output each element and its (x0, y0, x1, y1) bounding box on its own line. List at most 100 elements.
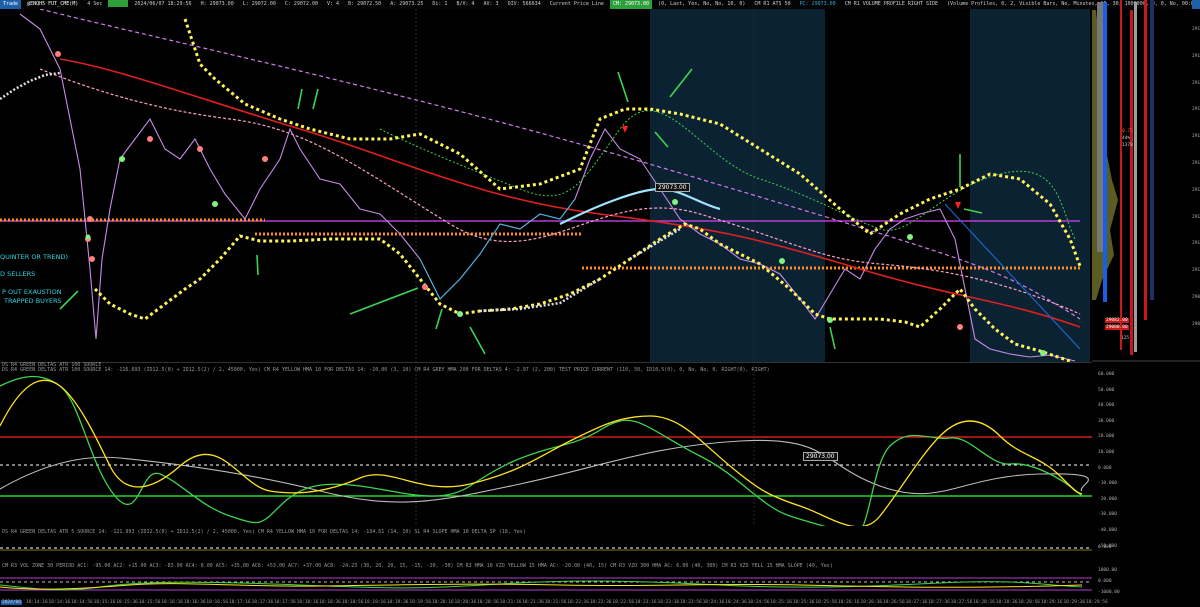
volume-profile-study-label[interactable]: CM R1 VOLUME PROFILE RIGHT SIDE (842, 0, 941, 9)
time-axis-label: 18:19:56 (409, 600, 432, 605)
osc1-yellow-line (0, 379, 1083, 526)
price-axis-label: 29090.00 (1192, 295, 1200, 300)
av-label: AV: 3 (483, 1, 499, 7)
bid-label: B: 29072.50 (348, 1, 382, 7)
time-axis-label: 18:16:16 (161, 600, 183, 605)
time-axis-label: 18:29:36 (1063, 600, 1086, 605)
current-price-params: (0, Last, Yes, No, No, 10, 0) (658, 1, 746, 7)
price-axis-label: 29190.00 (1192, 27, 1200, 32)
osc1-price-tag: 29073.00 (803, 452, 838, 461)
profile-top-badge[interactable] (1192, 0, 1200, 9)
osc1-green-line (0, 375, 1083, 526)
time-axis-label: 18:15:16 (93, 600, 116, 605)
osc1-scale-label: 30.000 (1098, 418, 1115, 424)
time-axis-label: 18:14:36 (48, 600, 71, 605)
time-axis-label: 18:20:56 (477, 600, 499, 605)
osc1-scale-label: 20.000 (1098, 434, 1115, 440)
time-axis-label: 18:25:56 (815, 600, 838, 605)
delta-atr5-panel[interactable]: DS R4 GREEN DELTAS ATR 5 SOURCE 14: -121… (0, 529, 1092, 561)
close-label: C: 29072.00 (284, 1, 318, 7)
price-tag-main: 29073.00 (655, 183, 690, 192)
annotation-exaustion: P OUT EXAUSTION (2, 288, 62, 296)
annotation-sellers: D SELLERS (0, 270, 36, 278)
osc1-scale-label: 60.000 (1098, 372, 1115, 377)
osc3-scale-label: -1000.00 (1098, 590, 1120, 595)
time-axis-label: 18:18:56 (341, 600, 364, 605)
yellow-lower-markers (93, 222, 1071, 362)
time-axis-label: 18:19:36 (386, 600, 409, 605)
volume-label: V: 4 (327, 1, 340, 7)
time-axis-label: 18:29:56 (1086, 600, 1108, 605)
annotation-quinter: QUINTER OR TREND) (0, 253, 69, 261)
price-axis-label: 29140.00 (1192, 161, 1200, 166)
osc1-scale-label: -30.000 (1098, 512, 1117, 518)
osc1-scale-label: -40.000 (1098, 528, 1117, 533)
right-side-profile: 125 0.75 44% 1378 (1092, 0, 1200, 598)
time-axis-label: 18:24:36 (725, 600, 747, 605)
symbol-label[interactable]: @ENQH5 FUT_CME(M) (24, 0, 81, 9)
osc1-scale-label: -10.000 (1098, 481, 1117, 487)
time-axis-label: 18:21:16 (499, 600, 522, 605)
time-axis-label: 18:17:36 (251, 600, 274, 605)
time-axis-label: 18:28:36 (995, 600, 1018, 605)
time-axis-label: 18:28:56 (1018, 600, 1041, 605)
osc1-scale-label: 50.000 (1098, 387, 1115, 393)
time-axis-label: 18:27:56 (950, 600, 973, 605)
price-axis-label: 29110.00 (1192, 241, 1200, 247)
delta-oscillator-panel[interactable]: DS R4 GREEN DELTAS ATR 100 SOURCE 14: -1… (0, 366, 1092, 526)
bid-ask-grey-col (1134, 2, 1137, 352)
time-axis-label: 18:26:36 (860, 600, 883, 605)
time-axis-label: 18:22:36 (589, 600, 612, 605)
white-markers-mid (479, 277, 601, 313)
annotation-trapped: TRAPPED BUYERS (4, 297, 62, 305)
price-axis-label: 29080.00 (1192, 321, 1200, 327)
osc3-scale-label: 0.000 (1098, 579, 1112, 584)
price-axis-label: 29100.00 (1192, 268, 1200, 274)
bar-period-label[interactable]: 4 Sec (84, 0, 105, 9)
osc2-scale-label: 0.000 (1098, 545, 1112, 550)
low-label: L: 29072.00 (242, 1, 276, 7)
profile-pct-label: 44% (1122, 136, 1131, 141)
trade-button[interactable]: Trade (0, 0, 22, 9)
time-axis-label: 18:27:36 (928, 600, 950, 605)
ats-study-label[interactable]: CM R1 ATS 50 (751, 0, 793, 9)
time-axis-label: 18:22:56 (612, 600, 635, 605)
pc-label: PC: 29073.00 (799, 1, 836, 7)
white-markers-left (0, 71, 61, 101)
time-axis-label: 18:15:36 (116, 600, 138, 605)
chart-header-bar: Trade @ENQH5 FUT_CME(M) 4 Sec 2024/06/07… (0, 0, 1200, 9)
osc1-scale-label: 40.000 (1098, 403, 1115, 409)
time-axis-label: 18:18:16 (296, 600, 319, 605)
current-price-tag: CM: 29073.00 (609, 0, 653, 9)
datetime-label: 2024/06/07 18:29:56 (134, 1, 192, 7)
time-axis-label: 18:29:16 (1040, 600, 1063, 605)
yellow-upper-markers (183, 18, 1082, 267)
osc1-scale-label: 10.000 (1098, 450, 1115, 455)
bid-ask-red-col-1 (1120, 0, 1122, 350)
time-axis-label: 18:25:36 (792, 600, 815, 605)
current-price-line-label[interactable]: Current Price Line (547, 0, 607, 9)
bid-highlight (108, 0, 129, 7)
time-axis-label: 18:14:16 (26, 600, 48, 605)
osc1-scale-label: -20.000 (1098, 496, 1117, 502)
time-axis-label: 18:21:56 (544, 600, 567, 605)
vol-zone-panel[interactable]: CM R3 VOL ZONE 30 PERIOD AC1: -95.00 AC2… (0, 563, 1092, 598)
price-line (19, 13, 1076, 362)
time-axis-label: 18:24:16 (702, 600, 725, 605)
time-axis-label: 18:18:36 (319, 600, 341, 605)
price-line-cyan (419, 198, 576, 300)
oiv-label: OIV: 566634 (507, 1, 541, 7)
time-axis-label: 18:20:36 (454, 600, 477, 605)
bv-label: B/V: 4 (456, 1, 475, 7)
high-label: H: 29073.00 (200, 1, 234, 7)
time-axis-label: 18:17:16 (228, 600, 251, 605)
time-axis-label: 18:17:56 (274, 600, 296, 605)
bid-ask-red-col-3 (1144, 0, 1147, 320)
bid-price-tag: 29082.00 (1105, 318, 1129, 323)
price-chart-panel[interactable]: QUINTER OR TREND) D SELLERS P OUT EXAUST… (0, 9, 1092, 363)
ask-label: A: 29073.25 (390, 1, 424, 7)
bid-ask-red-col-2 (1130, 10, 1133, 355)
profile-count-label: 125 (1121, 336, 1130, 341)
pink-ma (39, 68, 1081, 315)
time-axis-label: 18:20:16 (431, 600, 454, 605)
